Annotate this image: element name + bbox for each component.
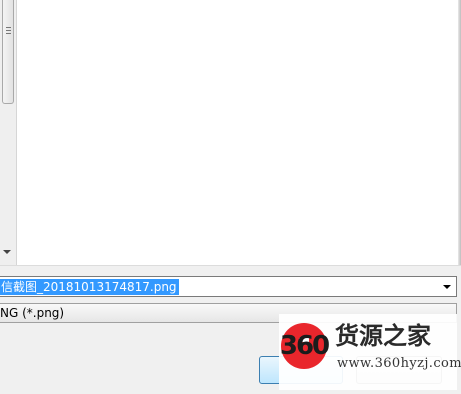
- chevron-down-icon[interactable]: [443, 285, 451, 289]
- watermark-logo-text: 360: [279, 331, 330, 361]
- file-type-value[interactable]: NG (*.png): [0, 305, 64, 321]
- vertical-scrollbar[interactable]: [0, 0, 17, 265]
- watermark: 360 货源之家 www.360hyzj.com: [279, 314, 461, 390]
- watermark-title: 货源之家: [335, 322, 431, 350]
- watermark-url: www.360hyzj.com: [337, 356, 461, 371]
- grip-icon: [6, 27, 11, 34]
- file-name-value[interactable]: 信截图_20181013174817.png: [0, 279, 179, 295]
- scrollbar-thumb[interactable]: [2, 0, 14, 104]
- scroll-down-arrow-icon[interactable]: [3, 250, 11, 254]
- file-name-combobox[interactable]: 信截图_20181013174817.png: [0, 276, 457, 297]
